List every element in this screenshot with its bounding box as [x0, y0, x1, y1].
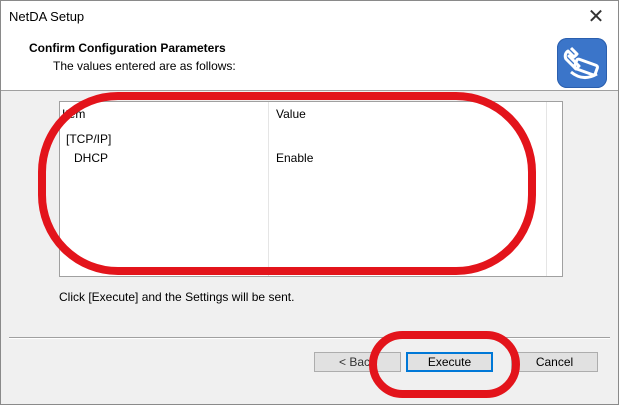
list-item[interactable]: DHCP Enable — [60, 149, 560, 167]
column-divider — [546, 102, 547, 276]
footer-divider — [9, 337, 610, 339]
page-subtitle: The values entered are as follows: — [53, 59, 236, 73]
column-header-item[interactable]: Item — [62, 102, 268, 126]
column-divider — [268, 102, 269, 276]
instruction-text: Click [Execute] and the Settings will be… — [59, 290, 295, 304]
column-header-value[interactable]: Value — [276, 102, 546, 126]
value-cell: Enable — [276, 151, 314, 165]
back-button[interactable]: < Back — [314, 352, 401, 372]
close-icon: ✕ — [587, 6, 605, 28]
wizard-header: Confirm Configuration Parameters The val… — [1, 32, 618, 91]
close-button[interactable]: ✕ — [574, 1, 618, 32]
parameters-list[interactable]: Item Value [TCP/IP] DHCP Enable — [59, 101, 563, 277]
network-settings-icon — [557, 38, 607, 88]
title-bar: NetDA Setup ✕ — [1, 1, 618, 32]
item-cell: DHCP — [74, 151, 109, 165]
item-cell: [TCP/IP] — [66, 132, 112, 146]
cancel-button[interactable]: Cancel — [511, 352, 598, 372]
setup-window: NetDA Setup ✕ Confirm Configuration Para… — [0, 0, 619, 405]
list-item[interactable]: [TCP/IP] — [60, 130, 560, 148]
page-title: Confirm Configuration Parameters — [29, 41, 226, 55]
execute-button[interactable]: Execute — [406, 352, 493, 372]
wizard-body: Item Value [TCP/IP] DHCP Enable Click [E… — [1, 91, 618, 337]
window-title: NetDA Setup — [9, 9, 85, 24]
